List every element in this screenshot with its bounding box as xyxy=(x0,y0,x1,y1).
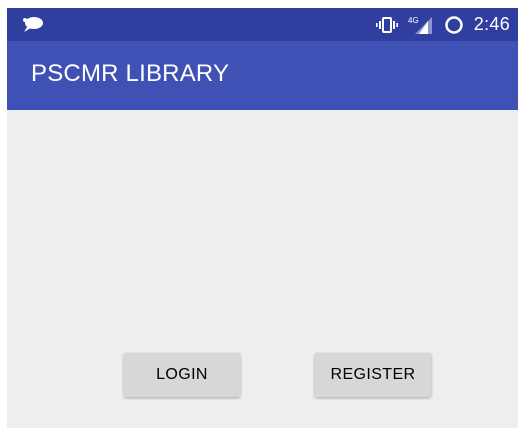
app-title: PSCMR LIBRARY xyxy=(31,60,230,87)
status-time: 2:46 xyxy=(473,14,510,34)
chat-notification-icon xyxy=(21,16,45,34)
main-content: LOGIN REGISTER xyxy=(7,110,518,428)
app-screen: 4G 2:46 PSCMR LIBRARY LOGIN REGISTER xyxy=(7,8,518,428)
status-icons: 4G 2:46 xyxy=(375,8,510,41)
status-bar: 4G 2:46 xyxy=(7,8,518,41)
login-button[interactable]: LOGIN xyxy=(124,353,240,397)
vibrate-icon xyxy=(375,16,398,33)
network-type-label: 4G xyxy=(408,16,419,25)
signal-4g-icon: 4G xyxy=(408,15,434,35)
register-button[interactable]: REGISTER xyxy=(315,353,431,397)
sync-icon xyxy=(444,15,464,35)
app-bar: PSCMR LIBRARY xyxy=(7,41,518,110)
